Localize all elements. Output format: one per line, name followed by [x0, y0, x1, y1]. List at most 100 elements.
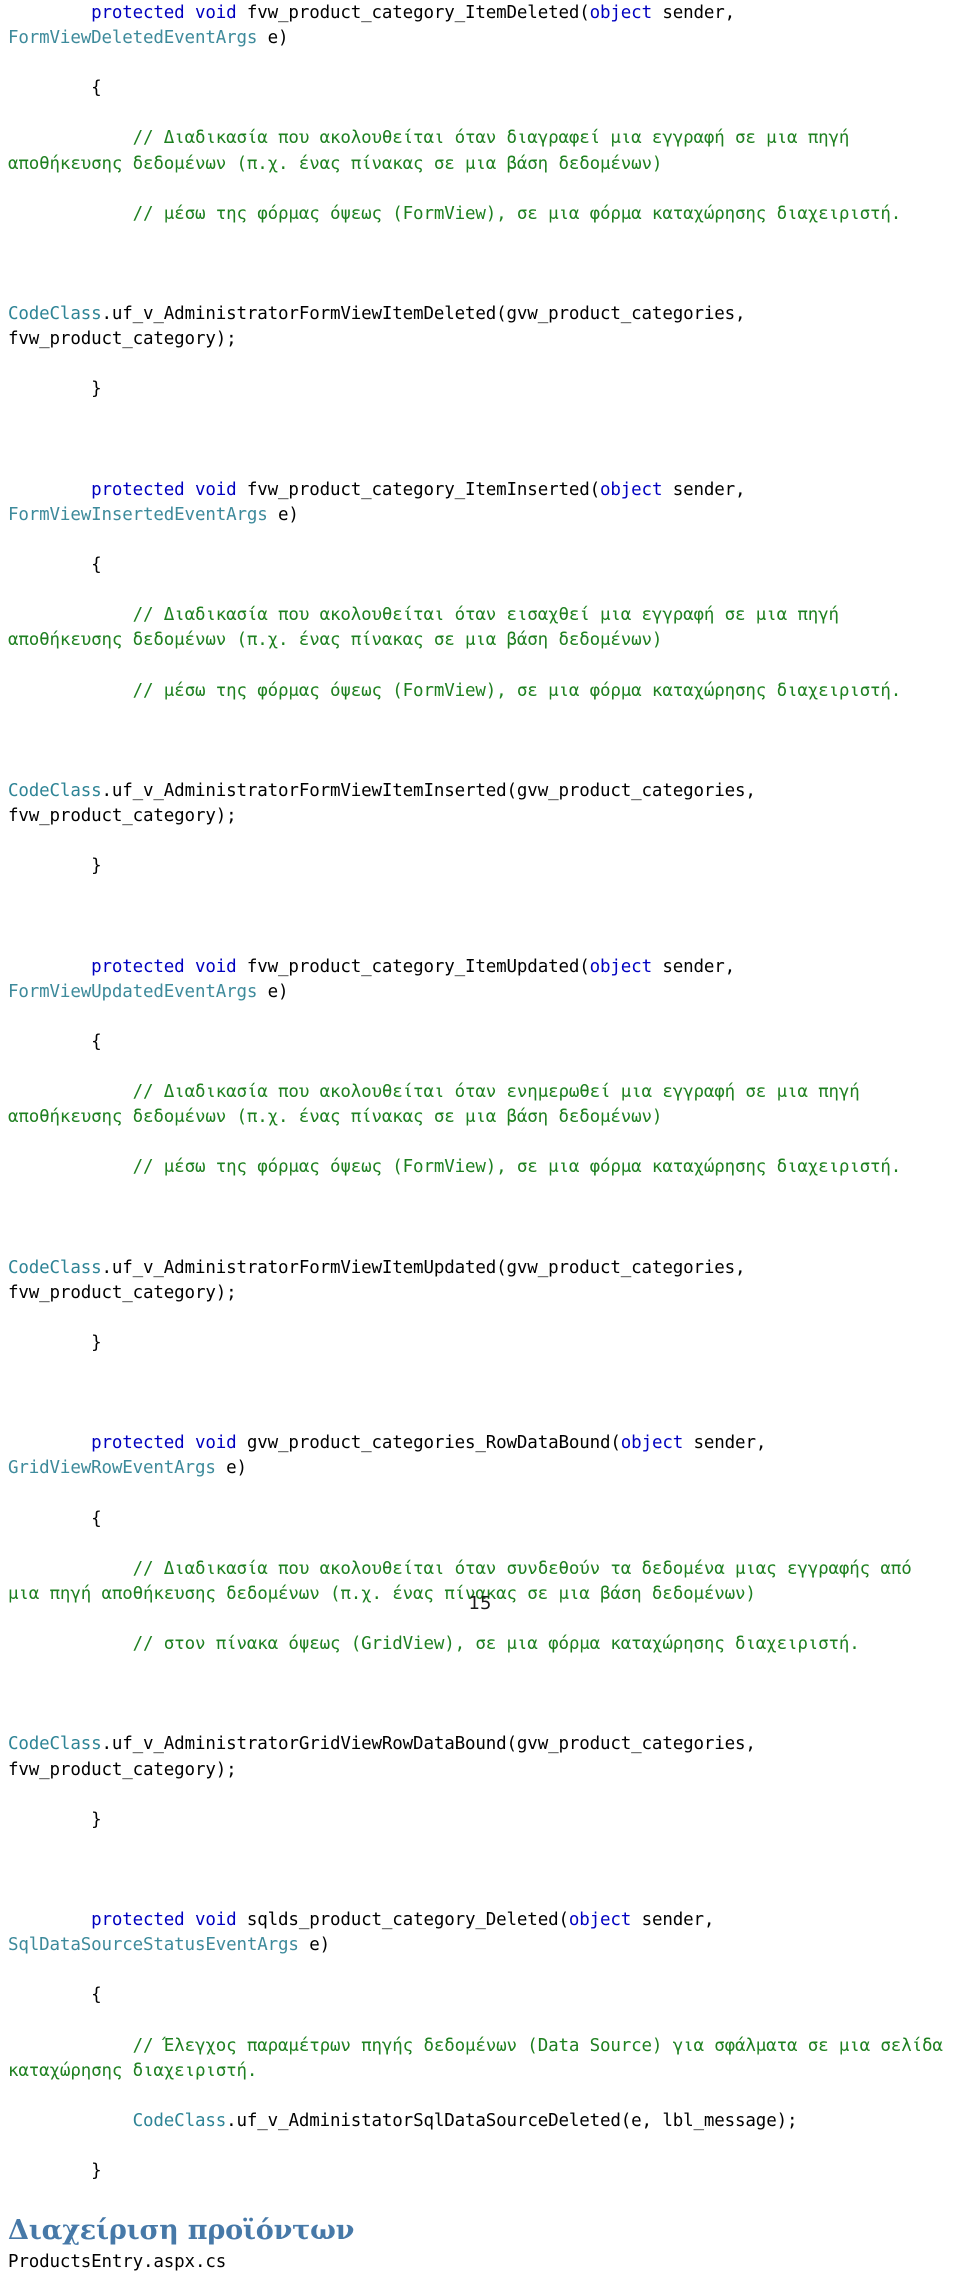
code-token-plain: sender,: [651, 956, 746, 977]
code-token-kw: object: [589, 3, 652, 23]
code-token-plain: }: [8, 379, 102, 400]
code-token-kw: protected void: [91, 956, 247, 977]
code-token-kw: object: [600, 479, 663, 500]
code-token-plain: sqlds_product_category_Deleted(: [246, 1910, 569, 1931]
code-token-kw: protected void: [91, 1910, 247, 1931]
code-token-plain: sender,: [683, 1433, 777, 1454]
code-token-cmt: // μέσω της φόρμας όψεως (FormView), σε …: [8, 1157, 902, 1178]
code-token-plain: e): [215, 1458, 247, 1479]
code-line: protected void fvw_product_category_Item…: [8, 955, 952, 1005]
code-line: CodeClass.uf_v_AdministratorFormViewItem…: [8, 1256, 952, 1306]
code-token-plain: {: [8, 78, 102, 99]
code-line: }: [8, 1331, 952, 1356]
code-token-cmt: // μέσω της φόρμας όψεως (FormView), σε …: [8, 680, 902, 701]
code-token-plain: sender,: [631, 1910, 725, 1931]
code-token-plain: .uf_v_AdministatorSqlDataSourceDeleted(e…: [226, 2110, 798, 2131]
code-token-kw: protected void: [91, 3, 247, 23]
code-token-kw: object: [568, 1910, 632, 1931]
code-token-plain: .uf_v_AdministratorFormViewItemUpdated(g…: [8, 1257, 756, 1303]
code-token-type: SqlDataSourceStatusEventArgs: [8, 1935, 299, 1956]
section-heading: Διαχείριση προϊόντων: [8, 2215, 355, 2247]
code-line: protected void fvw_product_category_Item…: [8, 478, 952, 528]
code-line: {: [8, 76, 952, 101]
code-token-cmt: // Διαδικασία που ακολουθείται όταν εισα…: [8, 605, 850, 651]
code-token-cls: CodeClass: [8, 304, 102, 325]
page-number: 15: [468, 1593, 492, 1614]
code-token-plain: }: [8, 1809, 102, 1830]
code-line: protected void gvw_product_categories_Ro…: [8, 1431, 952, 1481]
code-line: protected void fvw_product_category_Item…: [8, 1, 952, 51]
code-token-cls: CodeClass: [8, 780, 102, 801]
code-line: CodeClass.uf_v_AdministratorFormViewItem…: [8, 779, 952, 829]
code-token-cmt: // Διαδικασία που ακολουθείται όταν διαγ…: [8, 128, 860, 174]
code-token-plain: e): [267, 504, 299, 525]
code-token-cmt: // μέσω της φόρμας όψεως (FormView), σε …: [8, 203, 902, 224]
code-heading-spacer: [8, 2184, 952, 2214]
code-line: {: [8, 1983, 952, 2008]
code-token-plain: }: [8, 1332, 102, 1353]
code-line: }: [8, 854, 952, 879]
code-token-cls: CodeClass: [8, 1257, 102, 1278]
code-token-plain: {: [8, 1985, 102, 2006]
code-line: }: [8, 2159, 952, 2184]
code-token-plain: fvw_product_category_ItemDeleted(: [246, 3, 590, 23]
code-token-cmt: // Διαδικασία που ακολουθείται όταν ενημ…: [8, 1082, 871, 1128]
code-line: {: [8, 1507, 952, 1532]
code-token-cmt: // Έλεγχος παραμέτρων πηγής δεδομένων (D…: [8, 2035, 954, 2081]
code-line: // μέσω της φόρμας όψεως (FormView), σε …: [8, 1155, 952, 1180]
code-line: // στον πίνακα όψεως (GridView), σε μια …: [8, 1632, 952, 1657]
code-listing: protected void fvw_product_category_Item…: [8, 0, 952, 2184]
code-token-plain: {: [8, 1031, 102, 1052]
code-token-kw: protected void: [91, 1433, 247, 1454]
document-page: protected void fvw_product_category_Item…: [0, 0, 960, 2272]
code-line: // μέσω της φόρμας όψεως (FormView), σε …: [8, 202, 952, 227]
code-token-plain: .uf_v_AdministratorFormViewItemInserted(…: [8, 780, 767, 826]
code-token-plain: gvw_product_categories_RowDataBound(: [246, 1433, 621, 1454]
code-token-type: GridViewRowEventArgs: [8, 1458, 216, 1479]
code-token-cls: CodeClass: [8, 1734, 102, 1755]
code-line: // Έλεγχος παραμέτρων πηγής δεδομένων (D…: [8, 2034, 952, 2084]
code-line: CodeClass.uf_v_AdministatorSqlDataSource…: [8, 2109, 952, 2134]
code-token-plain: e): [257, 981, 289, 1002]
code-token-cls: CodeClass: [132, 2110, 227, 2131]
code-line: // μέσω της φόρμας όψεως (FormView), σε …: [8, 679, 952, 704]
code-line: {: [8, 1030, 952, 1055]
code-token-plain: {: [8, 1508, 102, 1529]
code-line: CodeClass.uf_v_AdministratorGridViewRowD…: [8, 1732, 952, 1782]
code-token-plain: .uf_v_AdministratorFormViewItemDeleted(g…: [8, 304, 756, 350]
code-line: }: [8, 1808, 952, 1833]
code-line: // Διαδικασία που ακολουθείται όταν εισα…: [8, 603, 952, 653]
code-token-plain: sender,: [662, 479, 756, 500]
code-token-kw: object: [589, 956, 652, 977]
code-token-plain: e): [298, 1935, 330, 1956]
code-line: CodeClass.uf_v_AdministratorFormViewItem…: [8, 302, 952, 352]
code-line: protected void sqlds_product_category_De…: [8, 1908, 952, 1958]
code-token-plain: fvw_product_category_ItemUpdated(: [246, 956, 590, 977]
code-token-type: FormViewUpdatedEventArgs: [8, 981, 258, 1002]
code-token-plain: }: [8, 856, 102, 877]
code-token-plain: }: [8, 2161, 102, 2182]
code-token-plain: {: [8, 555, 102, 576]
code-line: }: [8, 377, 952, 402]
file-name-label: ProductsEntry.aspx.cs: [8, 2252, 227, 2273]
code-token-plain: e): [257, 28, 289, 49]
code-line: // Διαδικασία που ακολουθείται όταν ενημ…: [8, 1080, 952, 1130]
code-token-kw: object: [620, 1433, 684, 1454]
code-token-type: FormViewDeletedEventArgs: [8, 28, 258, 49]
code-line: {: [8, 553, 952, 578]
code-token-cmt: // στον πίνακα όψεως (GridView), σε μια …: [8, 1634, 860, 1655]
code-line: // Διαδικασία που ακολουθείται όταν διαγ…: [8, 126, 952, 176]
